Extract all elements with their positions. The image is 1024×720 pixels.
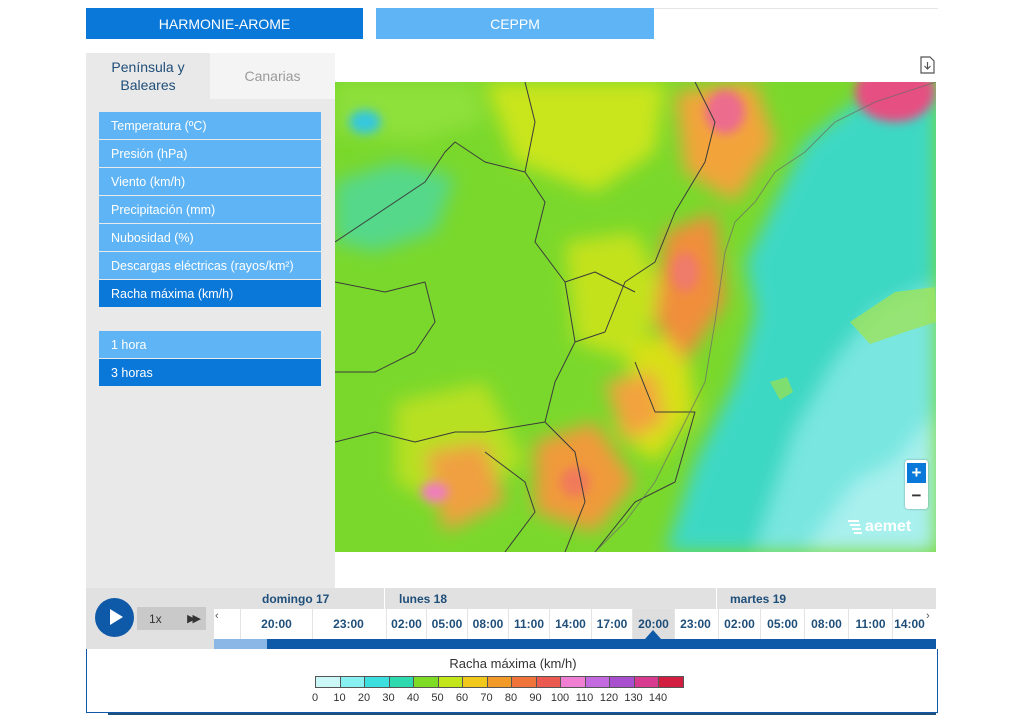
hour-cell[interactable]: 14:00 — [892, 609, 926, 639]
variable-precipitacion[interactable]: Precipitación (mm) — [99, 196, 321, 223]
variable-temperatura[interactable]: Temperatura (ºC) — [99, 112, 321, 139]
speed-selector[interactable]: 1x ▶▶ — [137, 607, 206, 630]
legend-swatch — [511, 676, 537, 688]
forecast-map[interactable]: + − aemet — [335, 82, 936, 552]
download-icon[interactable] — [920, 56, 935, 74]
legend-swatch — [315, 676, 341, 688]
hour-cell[interactable]: 20:00 — [240, 609, 312, 639]
legend-label: 130 — [624, 692, 643, 704]
tab-harmonie-arome[interactable]: HARMONIE-AROME — [86, 8, 363, 39]
legend-label: 60 — [455, 692, 469, 704]
bottom-strip — [108, 713, 936, 715]
aemet-logo-text: aemet — [865, 518, 912, 535]
legend-swatch — [535, 676, 561, 688]
hour-cell[interactable]: 23:00 — [674, 609, 716, 639]
variable-descargas[interactable]: Descargas eléctricas (rayos/km²) — [99, 252, 321, 279]
aemet-logo: aemet — [847, 518, 911, 536]
legend-labels: 0 10 20 30 40 50 60 70 80 90 100 110 120 130 140 — [311, 692, 715, 706]
hour-cell[interactable]: 02:00 — [386, 609, 426, 639]
legend-label: 30 — [382, 692, 395, 704]
legend-swatch — [364, 676, 390, 688]
speed-value: 1x — [149, 611, 162, 626]
day-label-domingo: domingo 17 — [262, 592, 330, 606]
hour-cell[interactable]: 08:00 — [467, 609, 508, 639]
legend-color-bar — [315, 676, 684, 688]
interval-3-horas[interactable]: 3 horas — [99, 359, 321, 386]
legend-label: 10 — [333, 692, 346, 704]
legend-swatch — [560, 676, 586, 688]
legend-label: 70 — [480, 692, 493, 704]
legend-label: 50 — [431, 692, 444, 704]
variable-viento[interactable]: Viento (km/h) — [99, 168, 321, 195]
variable-racha-maxima[interactable]: Racha máxima (km/h) — [99, 280, 321, 307]
fast-forward-icon[interactable]: ▶▶ — [187, 612, 201, 625]
hour-cell[interactable]: 11:00 — [508, 609, 549, 639]
hour-cell[interactable]: 23:00 — [312, 609, 384, 639]
legend-swatch — [388, 676, 414, 688]
legend-label: 20 — [357, 692, 371, 704]
zoom-control: + − — [905, 460, 928, 509]
play-button[interactable] — [95, 598, 134, 637]
legend-label: 40 — [406, 692, 420, 704]
legend-label: 110 — [575, 692, 594, 704]
progress-bar[interactable] — [214, 639, 936, 649]
legend-title: Racha máxima (km/h) — [449, 656, 577, 671]
tab-divider-line — [654, 8, 938, 9]
hour-cell[interactable]: 02:00 — [718, 609, 760, 639]
hour-cell[interactable]: 08:00 — [804, 609, 848, 639]
timeline-track[interactable]: domingo 17 lunes 18 martes 19 20:00 23:0… — [214, 588, 936, 649]
variable-nubosidad[interactable]: Nubosidad (%) — [99, 224, 321, 251]
zoom-in-button[interactable]: + — [907, 463, 926, 483]
map-gust-layer — [335, 82, 936, 552]
sidebar: Península y Baleares Canarias Temperatur… — [86, 53, 335, 588]
day-label-lunes: lunes 18 — [399, 592, 448, 606]
legend-label: 80 — [504, 692, 518, 704]
hour-cell[interactable]: 17:00 — [591, 609, 632, 639]
hour-cell[interactable]: 11:00 — [848, 609, 892, 639]
legend-label: 90 — [529, 692, 542, 704]
legend-swatch — [633, 676, 659, 688]
zoom-out-button[interactable]: − — [907, 486, 926, 506]
tab-ceppm[interactable]: CEPPM — [376, 8, 654, 39]
selected-time-marker — [645, 630, 661, 639]
hour-cell[interactable]: 05:00 — [426, 609, 467, 639]
legend-label: 120 — [599, 692, 619, 704]
tab-region-canarias[interactable]: Canarias — [210, 53, 335, 99]
legend-swatch — [437, 676, 463, 688]
legend-swatch — [609, 676, 635, 688]
legend-swatch — [658, 676, 684, 688]
legend-swatch — [584, 676, 610, 688]
legend-label: 0 — [311, 692, 319, 704]
scroll-right-icon[interactable]: › — [926, 610, 930, 622]
tab-region-peninsula[interactable]: Península y Baleares — [86, 53, 210, 99]
hours-row: 20:00 23:00 02:00 05:00 08:00 11:00 14:0… — [214, 609, 936, 639]
day-separator — [384, 588, 385, 638]
timeline: 1x ▶▶ domingo 17 lunes 18 martes 19 20:0… — [86, 588, 936, 649]
legend-swatch — [462, 676, 488, 688]
aemet-logo-icon — [848, 520, 862, 534]
legend-swatch — [413, 676, 439, 688]
legend: Racha máxima (km/h) 0 10 20 30 40 50 60 70 80 90 1… — [86, 649, 938, 713]
legend-label: 100 — [550, 692, 570, 704]
days-row: domingo 17 lunes 18 martes 19 — [214, 588, 936, 609]
legend-swatch — [486, 676, 512, 688]
variable-presion[interactable]: Presión (hPa) — [99, 140, 321, 167]
scroll-left-icon[interactable]: ‹ — [215, 610, 219, 622]
interval-1-hora[interactable]: 1 hora — [99, 331, 321, 358]
day-label-martes: martes 19 — [730, 592, 787, 606]
progress-bar-start — [214, 639, 267, 649]
hour-cell[interactable]: 14:00 — [549, 609, 591, 639]
day-separator — [716, 588, 717, 638]
hour-cell[interactable]: 05:00 — [760, 609, 804, 639]
legend-label: 140 — [648, 692, 668, 704]
legend-swatch — [339, 676, 365, 688]
